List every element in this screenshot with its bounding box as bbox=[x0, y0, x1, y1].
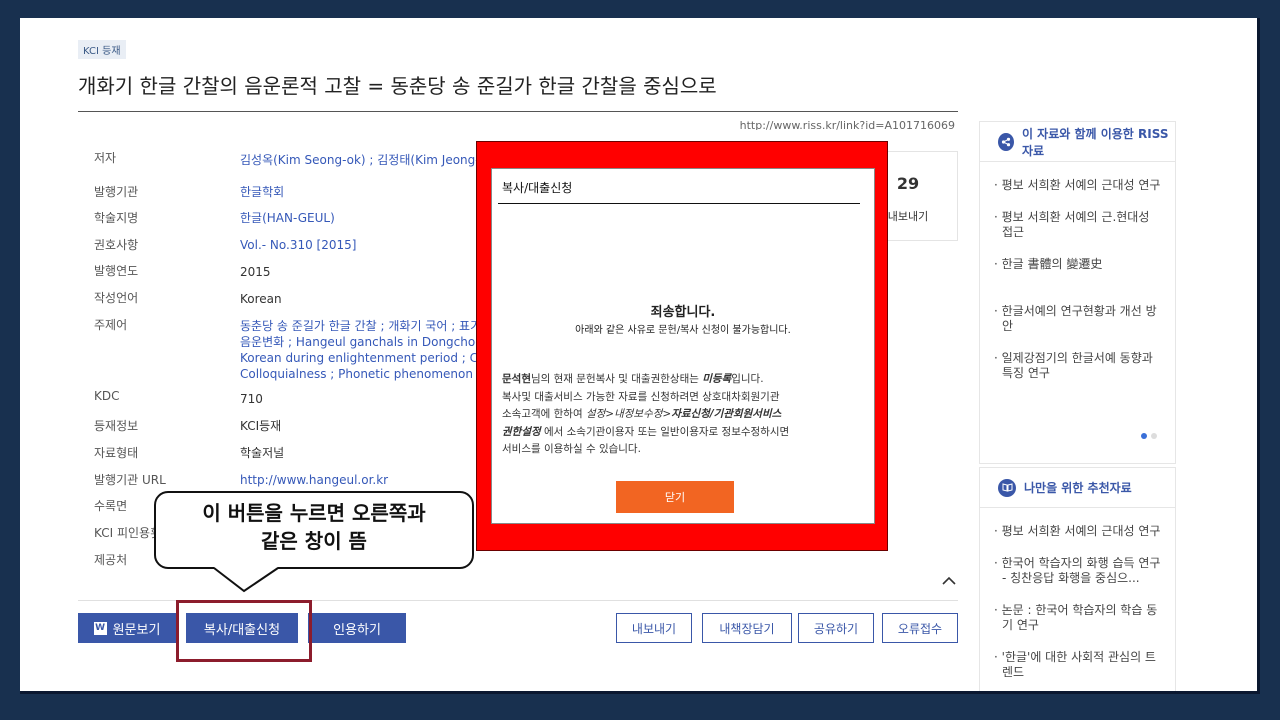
language-label: 작성언어 bbox=[94, 291, 139, 305]
article-title: 개화기 한글 간찰의 음운론적 고찰 = 동춘당 송 준길가 한글 간찰을 중심… bbox=[78, 74, 717, 98]
journal-value[interactable]: 한글(HAN-GEUL) bbox=[240, 210, 335, 226]
title-divider bbox=[78, 111, 958, 112]
collapse-chevron-icon[interactable] bbox=[942, 574, 956, 590]
publisher-url-label: 발행기관 URL bbox=[94, 473, 166, 487]
related-title: 이 자료와 함께 이용한 RISS 자료 bbox=[1021, 126, 1169, 158]
annotation-callout: 이 버튼을 누르면 오른쪽과 같은 창이 뜸 bbox=[154, 491, 474, 569]
provider-label: 제공처 bbox=[94, 553, 128, 567]
subject-line-3[interactable]: Korean during enlightenment period ; Con… bbox=[240, 350, 512, 366]
export-button[interactable]: 내보내기 bbox=[616, 613, 692, 643]
page-dot-active[interactable] bbox=[1141, 433, 1147, 439]
recommend-item[interactable]: · 평보 서희환 서예의 근대성 연구 bbox=[994, 524, 1163, 539]
kci-citation-label: KCI 피인용횟 bbox=[94, 526, 162, 540]
subject-line-2[interactable]: 음운변화 ; Hangeul ganchals in Dongchoonda bbox=[240, 334, 505, 350]
publisher-label: 발행기관 bbox=[94, 185, 139, 199]
share-icon bbox=[998, 132, 1014, 151]
page-dot[interactable] bbox=[1151, 433, 1157, 439]
related-pagination[interactable] bbox=[1141, 433, 1157, 439]
author-value[interactable]: 김성옥(Kim Seong-ok) ; 김정태(Kim Jeong-tae bbox=[240, 152, 499, 168]
save-shelf-button[interactable]: 내책장담기 bbox=[702, 613, 792, 643]
publisher-value[interactable]: 한글학회 bbox=[240, 184, 284, 200]
related-item[interactable]: · 한글 書體의 變遷史 bbox=[994, 257, 1163, 272]
dialog-title: 복사/대출신청 bbox=[502, 181, 573, 195]
dialog-close-button[interactable]: 닫기 bbox=[616, 481, 734, 513]
dialog-divider bbox=[498, 203, 860, 204]
callout-tail bbox=[213, 567, 279, 593]
author-label: 저자 bbox=[94, 151, 117, 165]
subject-line-1[interactable]: 동춘당 송 준길가 한글 간찰 ; 개화기 국어 ; 표기 bbox=[240, 318, 481, 334]
journal-label: 학술지명 bbox=[94, 211, 139, 225]
registration-value: KCI등재 bbox=[240, 419, 282, 433]
volume-label: 권호사항 bbox=[94, 238, 139, 252]
year-label: 발행연도 bbox=[94, 264, 139, 278]
dialog-message: 문석현님의 현재 문헌복사 및 대출권한상태는 미등록입니다. 복사및 대출서비… bbox=[502, 373, 790, 455]
recommend-panel: 나만을 위한 추천자료 · 평보 서희환 서예의 근대성 연구 · 한국어 학습… bbox=[979, 467, 1176, 691]
annotation-text: 이 버튼을 누르면 오른쪽과 같은 창이 뜸 bbox=[202, 501, 426, 553]
publisher-url-value[interactable]: http://www.hangeul.or.kr bbox=[240, 472, 388, 488]
related-panel: 이 자료와 함께 이용한 RISS 자료 · 평보 서희환 서예의 근대성 연구… bbox=[979, 121, 1176, 464]
year-value: 2015 bbox=[240, 265, 271, 279]
subject-line-4[interactable]: Colloquialness ; Phonetic phenomenon ; P… bbox=[240, 366, 507, 382]
copy-loan-highlight bbox=[176, 600, 312, 662]
dialog-reason: 아래와 같은 사유로 문헌/복사 신청이 불가능합니다. bbox=[575, 325, 791, 336]
related-item[interactable]: · 한글서예의 연구현황과 개선 방안 bbox=[994, 304, 1163, 334]
registration-label: 등재정보 bbox=[94, 419, 139, 433]
kci-badge: KCI 등재 bbox=[78, 40, 126, 59]
subject-label: 주제어 bbox=[94, 318, 128, 332]
related-item[interactable]: · 일제강점기의 한글서예 동향과 특징 연구 bbox=[994, 351, 1163, 381]
type-label: 자료형태 bbox=[94, 446, 139, 460]
related-list: · 평보 서희환 서예의 근대성 연구 · 평보 서희환 서예의 근.현대성 접… bbox=[980, 162, 1175, 381]
dialog-apology: 죄송합니다. bbox=[650, 305, 716, 320]
related-item[interactable]: · 평보 서희환 서예의 근.현대성 접근 bbox=[994, 210, 1163, 240]
page-frame: KCI 등재 개화기 한글 간찰의 음운론적 고찰 = 동춘당 송 준길가 한글… bbox=[20, 18, 1260, 694]
language-value: Korean bbox=[240, 292, 282, 306]
view-original-button[interactable]: W 원문보기 bbox=[78, 613, 176, 643]
report-error-button[interactable]: 오류접수 bbox=[882, 613, 958, 643]
share-button[interactable]: 공유하기 bbox=[798, 613, 874, 643]
recommend-header: 나만을 위한 추천자료 bbox=[980, 468, 1175, 508]
pages-label: 수록면 bbox=[94, 499, 128, 513]
type-value: 학술저널 bbox=[240, 446, 285, 460]
recommend-item[interactable]: · 논문 : 한국어 학습자의 학습 동기 연구 bbox=[994, 603, 1163, 633]
word-icon: W bbox=[93, 621, 107, 635]
kdc-value: 710 bbox=[240, 392, 263, 406]
cite-button[interactable]: 인용하기 bbox=[308, 613, 406, 643]
view-original-label: 원문보기 bbox=[112, 622, 161, 638]
volume-value[interactable]: Vol.- No.310 [2015] bbox=[240, 237, 356, 253]
book-icon bbox=[998, 478, 1016, 497]
related-header: 이 자료와 함께 이용한 RISS 자료 bbox=[980, 122, 1175, 162]
recommend-title: 나만을 위한 추천자료 bbox=[1024, 481, 1132, 495]
recommend-item[interactable]: · 한국어 학습자의 화행 습득 연구 - 칭찬응답 화행을 중심으... bbox=[994, 556, 1163, 586]
recommend-list: · 평보 서희환 서예의 근대성 연구 · 한국어 학습자의 화행 습득 연구 … bbox=[980, 508, 1175, 680]
related-item[interactable]: · 평보 서희환 서예의 근대성 연구 bbox=[994, 178, 1163, 193]
copy-loan-dialog: 복사/대출신청 죄송합니다. 아래와 같은 사유로 문헌/복사 신청이 불가능합… bbox=[491, 168, 875, 524]
recommend-item[interactable]: · '한글'에 대한 사회적 관심의 트렌드 bbox=[994, 650, 1163, 680]
kdc-label: KDC bbox=[94, 389, 120, 403]
